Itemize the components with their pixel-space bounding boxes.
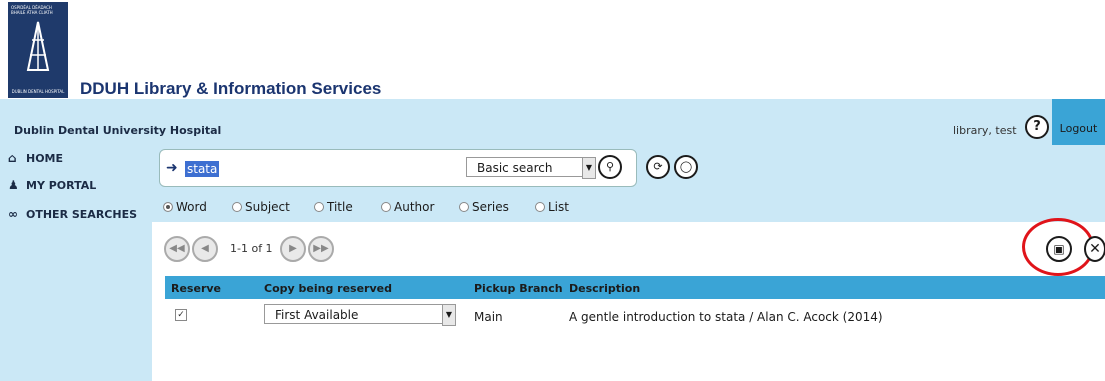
logo-top-text: OSPIDÉAL DÉADACH BHAILE ÁTHA CLIATH bbox=[11, 5, 53, 15]
first-page-icon[interactable]: ◀◀ bbox=[164, 236, 190, 262]
radio-label: Subject bbox=[245, 200, 290, 214]
radio-label: Word bbox=[176, 200, 207, 214]
chevron-down-icon: ▼ bbox=[442, 304, 456, 326]
user-name: library, test bbox=[953, 124, 1017, 137]
advanced-search-icon[interactable]: ◯ bbox=[674, 155, 698, 179]
radio-series[interactable]: Series bbox=[459, 200, 509, 214]
sidebar-item-label: MY PORTAL bbox=[26, 179, 97, 192]
radio-label: List bbox=[548, 200, 569, 214]
radio-list[interactable]: List bbox=[535, 200, 569, 214]
radio-label: Title bbox=[327, 200, 353, 214]
column-header-reserve: Reserve bbox=[171, 282, 221, 295]
copy-select-value: First Available bbox=[275, 308, 359, 322]
site-title: DDUH Library & Information Services bbox=[80, 79, 382, 98]
column-header-copy: Copy being reserved bbox=[264, 282, 392, 295]
radio-dot bbox=[459, 202, 469, 212]
logout-button[interactable]: Logout bbox=[1052, 99, 1105, 145]
search-type-select[interactable]: Basic search ▼ bbox=[466, 157, 596, 179]
description-cell[interactable]: A gentle introduction to stata / Alan C.… bbox=[569, 310, 883, 324]
radio-author[interactable]: Author bbox=[381, 200, 434, 214]
pagination-text: 1-1 of 1 bbox=[230, 242, 273, 255]
radio-label: Series bbox=[472, 200, 509, 214]
radio-dot bbox=[535, 202, 545, 212]
radio-dot bbox=[314, 202, 324, 212]
logo-bottom-text: DUBLIN DENTAL HOSPITAL bbox=[11, 89, 65, 94]
last-page-icon[interactable]: ▶▶ bbox=[308, 236, 334, 262]
radio-dot bbox=[163, 202, 173, 212]
copy-select[interactable]: First Available ▼ bbox=[264, 304, 456, 326]
refresh-icon[interactable]: ⟳ bbox=[646, 155, 670, 179]
reserve-checkbox[interactable]: ✓ bbox=[175, 309, 187, 321]
save-icon[interactable]: ▣ bbox=[1046, 236, 1072, 262]
radio-dot bbox=[381, 202, 391, 212]
search-input[interactable]: stata bbox=[185, 161, 220, 177]
chevron-down-icon: ▼ bbox=[582, 157, 596, 179]
pickup-branch-cell: Main bbox=[474, 310, 503, 324]
building-icon bbox=[26, 21, 50, 71]
sidebar-item-label: OTHER SEARCHES bbox=[26, 208, 138, 221]
next-page-icon[interactable]: ▶ bbox=[280, 236, 306, 262]
column-header-pickup-branch: Pickup Branch bbox=[474, 282, 563, 295]
close-icon[interactable]: ✕ bbox=[1084, 236, 1105, 262]
organization-name: Dublin Dental University Hospital bbox=[14, 124, 222, 137]
radio-dot bbox=[232, 202, 242, 212]
home-icon: ⌂ bbox=[8, 151, 17, 165]
sidebar-item-other-searches[interactable]: ∞ OTHER SEARCHES bbox=[8, 207, 137, 221]
sidebar-item-home[interactable]: ⌂ HOME bbox=[8, 151, 63, 165]
column-header-description: Description bbox=[569, 282, 641, 295]
search-type-value: Basic search bbox=[477, 161, 553, 175]
hospital-logo: OSPIDÉAL DÉADACH BHAILE ÁTHA CLIATH DUBL… bbox=[8, 2, 68, 98]
help-icon[interactable]: ? bbox=[1025, 115, 1049, 139]
previous-page-icon[interactable]: ◀ bbox=[192, 236, 218, 262]
radio-subject[interactable]: Subject bbox=[232, 200, 290, 214]
sidebar-item-my-portal[interactable]: ♟ MY PORTAL bbox=[8, 178, 96, 192]
radio-word[interactable]: Word bbox=[163, 200, 207, 214]
radio-title[interactable]: Title bbox=[314, 200, 353, 214]
user-bar bbox=[0, 99, 1105, 145]
binoculars-icon: ∞ bbox=[8, 207, 18, 221]
user-icon: ♟ bbox=[8, 178, 19, 192]
sidebar-item-label: HOME bbox=[26, 152, 64, 165]
search-icon[interactable]: ⚲ bbox=[598, 155, 622, 179]
radio-label: Author bbox=[394, 200, 435, 214]
arrow-right-icon: ➜ bbox=[166, 160, 178, 176]
